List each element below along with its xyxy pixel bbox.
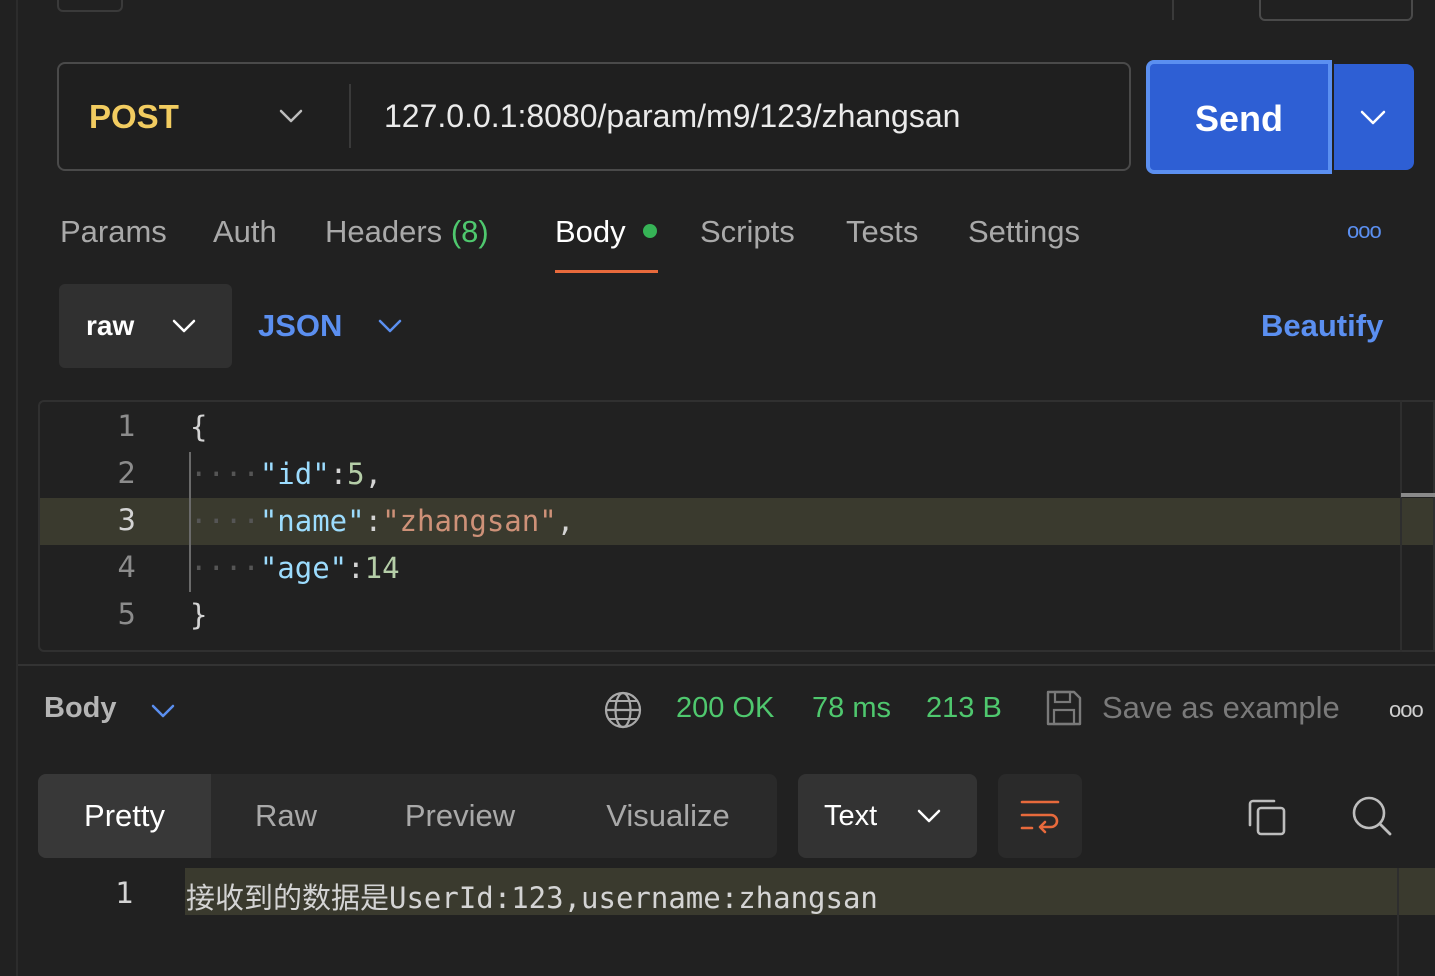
send-label: Send [1194, 98, 1283, 139]
tab-headers[interactable]: Headers (8) [325, 214, 489, 250]
editor-line: 5 } [40, 592, 1433, 639]
code-line: { [190, 410, 208, 444]
copy-icon[interactable] [1246, 796, 1288, 838]
tab-visualize[interactable]: Visualize [559, 774, 777, 858]
wrap-lines-icon [1020, 800, 1060, 834]
tab-preview[interactable]: Preview [361, 774, 559, 858]
request-bar: POST 127.0.0.1:8080/param/m9/123/zhangsa… [57, 62, 1131, 171]
chevron-down-icon[interactable] [377, 313, 403, 339]
code-line: ····"id":5, [190, 457, 383, 491]
editor-line: 4 ····"age":14 [40, 545, 1433, 592]
editor-scrollbar-track[interactable] [1400, 400, 1402, 652]
editor-scrollbar-thumb[interactable] [1401, 493, 1435, 497]
headers-count: (8) [450, 214, 489, 249]
send-button[interactable]: Send [1146, 60, 1332, 174]
response-section-label[interactable]: Body [44, 692, 117, 725]
body-modified-indicator [643, 224, 657, 238]
status-code[interactable]: 200 OK [676, 692, 774, 725]
response-body-text[interactable]: 接收到的数据是UserId:123,username:zhangsan [186, 875, 878, 917]
chevron-down-icon [172, 319, 196, 333]
active-tab-underline [555, 270, 658, 273]
tab-raw[interactable]: Raw [211, 774, 361, 858]
response-line-number: 1 [115, 876, 134, 910]
response-format-label: Text [824, 800, 878, 832]
response-scrollbar-track[interactable] [1397, 868, 1399, 976]
left-panel-edge [16, 0, 18, 976]
save-as-example-button[interactable]: Save as example [1102, 690, 1340, 726]
editor-line-active: 3 ····"name":"zhangsan", [40, 498, 1433, 545]
request-body-editor[interactable]: 1 { 2 ····"id":5, 3 ····"name":"zhangsan… [38, 400, 1435, 652]
more-options-icon[interactable]: ooo [1389, 697, 1424, 723]
line-number: 4 [117, 550, 136, 584]
response-view-tabs: Pretty Raw Preview Visualize [38, 774, 777, 858]
request-separator [349, 84, 351, 148]
tab-headers-label: Headers [325, 214, 443, 249]
response-time[interactable]: 78 ms [812, 692, 891, 725]
method-select[interactable]: POST [89, 98, 179, 136]
line-number: 5 [117, 597, 136, 631]
code-line: ····"name":"zhangsan", [190, 504, 575, 538]
tab-pretty[interactable]: Pretty [38, 774, 211, 858]
indent-guide [189, 452, 191, 592]
body-mode-select[interactable]: raw [59, 284, 232, 368]
top-toolbar-stub [57, 0, 123, 12]
url-input[interactable]: 127.0.0.1:8080/param/m9/123/zhangsan [384, 98, 960, 135]
chevron-down-icon[interactable] [277, 102, 305, 130]
line-number: 1 [117, 409, 136, 443]
code-line: ····"age":14 [190, 551, 400, 585]
tab-auth[interactable]: Auth [213, 214, 277, 250]
response-divider[interactable] [18, 664, 1435, 666]
editor-line: 2 ····"id":5, [40, 451, 1433, 498]
editor-line: 1 { [40, 404, 1433, 451]
globe-icon[interactable] [603, 690, 643, 730]
chevron-down-icon [1360, 110, 1386, 125]
wrap-lines-button[interactable] [998, 774, 1082, 858]
response-size[interactable]: 213 B [926, 692, 1002, 725]
body-language-select[interactable]: JSON [258, 308, 342, 344]
beautify-link[interactable]: Beautify [1261, 308, 1383, 344]
line-number: 2 [117, 456, 136, 490]
chevron-down-icon[interactable] [150, 698, 176, 724]
top-right-button-stub[interactable] [1259, 0, 1413, 21]
tab-tests[interactable]: Tests [846, 214, 918, 250]
top-divider [1172, 0, 1174, 20]
tab-params[interactable]: Params [60, 214, 167, 250]
tab-body[interactable]: Body [555, 214, 626, 250]
send-options-button[interactable] [1334, 64, 1414, 170]
search-icon[interactable] [1350, 794, 1394, 838]
tab-scripts[interactable]: Scripts [700, 214, 795, 250]
save-icon[interactable] [1044, 688, 1084, 728]
more-options-icon[interactable]: ooo [1347, 218, 1382, 244]
body-mode-label: raw [86, 310, 135, 341]
chevron-down-icon [917, 809, 941, 823]
response-format-select[interactable]: Text [798, 774, 977, 858]
line-number: 3 [117, 503, 136, 537]
tab-settings[interactable]: Settings [968, 214, 1080, 250]
code-line: } [190, 598, 208, 632]
